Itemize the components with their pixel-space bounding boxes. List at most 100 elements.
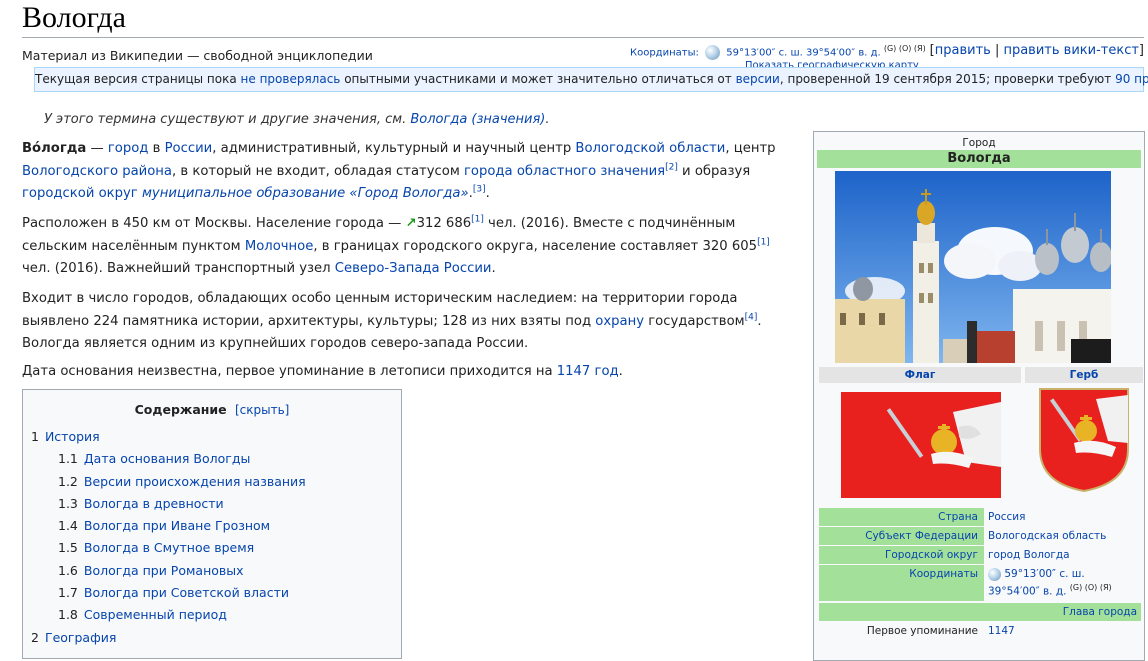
toc-item-label[interactable]: Вологда при Иване Грозном — [84, 518, 270, 533]
toc-item[interactable]: 1.6 Вологда при Романовых — [31, 560, 306, 582]
toc-item[interactable]: 1.5 Вологда в Смутное время — [31, 537, 306, 559]
infobox-row-coordinates: Координаты 59°13′00″ с. ш. 39°54′00″ в. … — [817, 565, 1141, 601]
status-link[interactable]: города областного значения — [464, 164, 665, 179]
footnote-ref[interactable]: [1] — [757, 237, 770, 247]
footnote-ref[interactable]: [4] — [745, 312, 758, 322]
coords-sources[interactable]: (G) (O) (Я) — [1070, 583, 1112, 592]
russia-link[interactable]: России — [165, 141, 213, 156]
toc-item-label[interactable]: Современный период — [84, 607, 227, 622]
disambiguation-link[interactable]: Вологда (значения) — [410, 112, 545, 127]
year-link[interactable]: 1147 год — [557, 364, 619, 379]
title-divider — [22, 37, 1144, 38]
toc-item-label[interactable]: Вологда в древности — [84, 496, 224, 511]
toc-hide-link[interactable]: [скрыть] — [235, 403, 289, 417]
infobox-row-head: Глава города — [817, 603, 1141, 621]
coords-longitude[interactable]: 39°54′00″ в. д. — [988, 586, 1066, 598]
infobox-label[interactable]: Страна — [819, 508, 984, 526]
toc-item-number: 1 — [31, 429, 39, 444]
toc-item-number: 1.3 — [58, 495, 78, 511]
pending-edits-link[interactable]: 90 правок — [1115, 72, 1148, 86]
toc-item[interactable]: 1.1 Дата основания Вологды — [31, 448, 306, 470]
trend-up-icon: ↗ — [405, 216, 417, 231]
intro-paragraph-1: Во́логда — город в России, административ… — [22, 138, 802, 206]
globe-icon[interactable] — [705, 44, 721, 60]
infobox-value: 59°13′00″ с. ш. 39°54′00″ в. д. (G) (O) … — [988, 565, 1141, 601]
okrug-link[interactable]: городской округ — [22, 186, 138, 201]
edit-wikitext-link[interactable]: править вики-текст — [1003, 43, 1138, 58]
flagged-revisions-banner: Текущая версия страницы пока не проверял… — [34, 67, 1148, 92]
flag-illustration — [841, 392, 1001, 498]
text: и образуя — [677, 163, 751, 179]
symbols-header-row: Флаг Герб — [817, 367, 1143, 383]
footnote-ref[interactable]: [3] — [473, 185, 486, 195]
protection-link[interactable]: охрану — [595, 314, 644, 329]
text: Расположен в 450 км от Москвы. Население… — [22, 216, 406, 231]
infobox-label[interactable]: Субъект Федерации — [819, 527, 984, 545]
text: , административный, культурный и научный… — [212, 141, 576, 156]
coat-of-arms-image[interactable] — [1038, 387, 1130, 493]
text: в — [148, 141, 165, 156]
infobox-value[interactable]: Россия — [988, 508, 1141, 526]
city-photo[interactable] — [835, 171, 1111, 363]
infobox-label: Первое упоминание — [819, 622, 984, 640]
intro-paragraph-4: Дата основания неизвестна, первое упомин… — [22, 361, 802, 384]
intro-paragraph-3: Входит в число городов, обладающих особо… — [22, 288, 802, 356]
infobox-label[interactable]: Городской округ — [819, 546, 984, 564]
page-subtitle: Материал из Википедии — свободной энцикл… — [22, 48, 373, 63]
toc-item-label[interactable]: Дата основания Вологды — [84, 451, 250, 466]
toc-item[interactable]: 1.3 Вологда в древности — [31, 493, 306, 515]
infobox-value[interactable]: 1147 — [988, 622, 1141, 640]
text: , в который не входит, обладая статусом — [172, 163, 464, 179]
text: . — [485, 186, 490, 201]
population-value: 312 686 — [416, 216, 472, 231]
toc-item[interactable]: 1.4 Вологда при Иване Грозном — [31, 515, 306, 537]
toc-item[interactable]: 1.8 Современный период — [31, 604, 306, 626]
footnote-ref[interactable]: [1] — [471, 215, 484, 225]
text: Дата основания неизвестна, первое упомин… — [22, 364, 557, 379]
toc-item-number: 1.1 — [58, 451, 78, 467]
infobox-type: Город — [962, 137, 996, 149]
coordinates-value[interactable]: 59°13′00″ с. ш. 39°54′00″ в. д. — [726, 47, 880, 58]
municipality-link[interactable]: муниципальное образование «Город Вологда… — [142, 186, 469, 201]
molochnoe-link[interactable]: Молочное — [245, 239, 314, 254]
toc-item-label[interactable]: Вологда при Романовых — [84, 563, 244, 578]
infobox-label[interactable]: Координаты — [819, 565, 984, 601]
northwest-link[interactable]: Северо-Запада России — [335, 261, 492, 276]
hatnote-text: . — [545, 112, 550, 127]
infobox-value[interactable]: Вологодская область — [988, 527, 1141, 545]
intro-paragraph-2: Расположен в 450 км от Москвы. Население… — [22, 213, 802, 281]
coat-of-arms-header[interactable]: Герб — [1025, 367, 1143, 383]
toc-item-label[interactable]: Вологда при Советской власти — [84, 585, 289, 600]
city-flag-image[interactable] — [841, 392, 1001, 498]
footnote-ref[interactable]: [2] — [665, 162, 678, 172]
hatnote-text: У этого термина существуют и другие знач… — [44, 112, 411, 127]
raion-link[interactable]: Вологодского района — [22, 164, 172, 179]
infobox-value[interactable]: город Вологда — [988, 546, 1141, 564]
infobox-section-header[interactable]: Глава города — [819, 603, 1141, 621]
toc-toggle: [скрыть] — [235, 403, 289, 417]
globe-icon[interactable] — [988, 567, 1001, 581]
coordinates-label[interactable]: Координаты: — [630, 47, 699, 58]
oblast-link[interactable]: Вологодской области — [575, 141, 725, 156]
toc-item-number: 2 — [31, 629, 39, 645]
coords-latitude[interactable]: 59°13′00″ с. ш. — [1004, 568, 1084, 580]
text: государством — [644, 313, 745, 329]
not-checked-link[interactable]: не проверялась — [241, 72, 341, 86]
infobox: Город Вологда Флаг Герб Страна Россия Су… — [813, 131, 1145, 661]
toc-item-label[interactable]: Версии происхождения названия — [84, 474, 306, 489]
toc-item-number: 1.8 — [58, 607, 78, 623]
city-link[interactable]: город — [108, 141, 149, 156]
edit-link[interactable]: править — [935, 43, 991, 58]
coordinates-sources[interactable]: (G) (O) (Я) — [884, 44, 926, 53]
version-link[interactable]: версии — [736, 72, 780, 86]
toc-item-label[interactable]: Вологда в Смутное время — [84, 540, 254, 555]
infobox-row-okrug: Городской округ город Вологда — [817, 546, 1141, 564]
toc-item-label[interactable]: География — [45, 630, 116, 645]
toc-item[interactable]: 1.2 Версии происхождения названия — [31, 471, 306, 493]
toc-item-label[interactable]: История — [45, 429, 100, 444]
toc-item-number: 1.4 — [58, 518, 78, 534]
flag-header[interactable]: Флаг — [819, 367, 1021, 383]
toc-item[interactable]: 1 История — [31, 426, 306, 448]
toc-item[interactable]: 1.7 Вологда при Советской власти — [31, 582, 306, 604]
toc-item[interactable]: 2 География — [31, 627, 306, 649]
